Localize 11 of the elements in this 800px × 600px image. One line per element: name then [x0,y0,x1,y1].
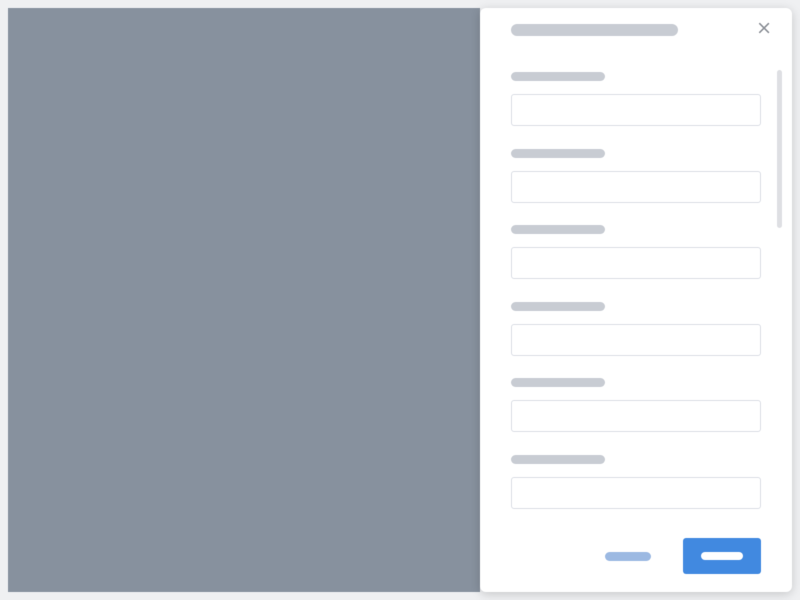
button-skeleton[interactable] [605,552,651,560]
input-field[interactable] [511,170,761,203]
input-field[interactable] [511,324,761,356]
button-label-skeleton [701,552,743,560]
close-button[interactable]: × [756,19,772,38]
scrollbar-thumb[interactable] [777,70,782,228]
input-field[interactable] [511,247,761,280]
input-field[interactable] [511,476,761,509]
primary-button[interactable] [683,538,761,574]
input-field[interactable] [511,400,761,432]
input-field[interactable] [511,94,761,126]
